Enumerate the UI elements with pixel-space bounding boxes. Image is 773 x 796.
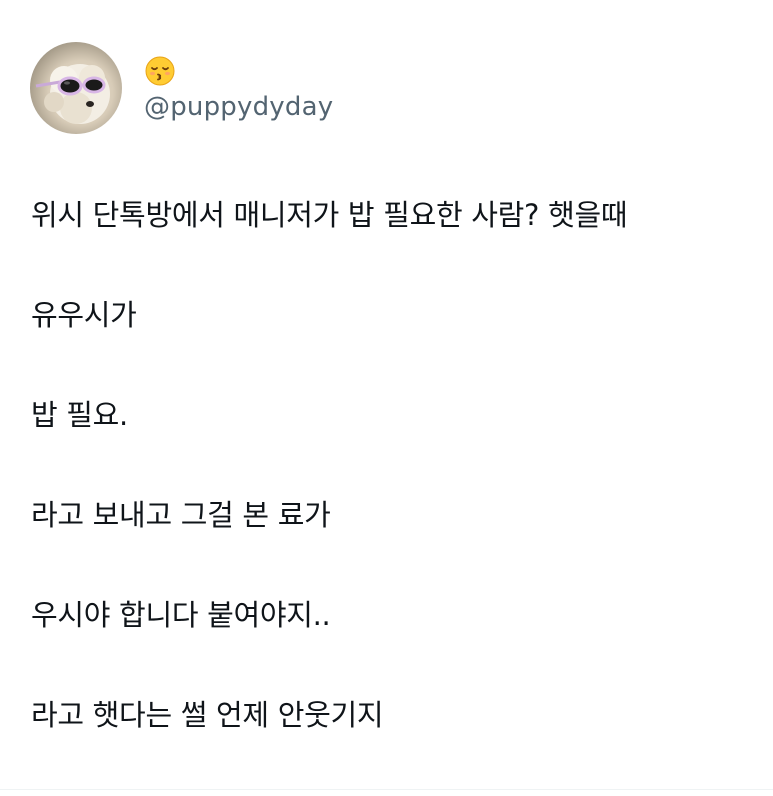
avatar[interactable] xyxy=(30,42,122,134)
divider xyxy=(0,789,773,790)
tweet-line: 유우시가 xyxy=(31,298,137,332)
dog-avatar-image xyxy=(35,64,110,124)
user-handle[interactable]: @puppydyday xyxy=(144,92,333,122)
tweet-header: @puppydyday xyxy=(30,42,333,134)
tweet-line: 라고 보내고 그걸 본 료가 xyxy=(31,498,331,532)
kissing-face-with-closed-eyes-icon xyxy=(144,55,176,87)
tweet-line: 밥 필요. xyxy=(31,398,128,432)
tweet-line: 우시야 합니다 붙여야지.. xyxy=(31,598,331,632)
tweet-line: 라고 햇다는 썰 언제 안웃기지 xyxy=(31,698,384,732)
tweet-line: 위시 단톡방에서 매니저가 밥 필요한 사람? 햇을때 xyxy=(31,198,628,232)
display-name[interactable] xyxy=(144,54,333,88)
tweet-text: 위시 단톡방에서 매니저가 밥 필요한 사람? 햇을때 유우시가 밥 필요. 라… xyxy=(31,186,751,744)
sunglasses-icon xyxy=(35,76,106,96)
user-info: @puppydyday xyxy=(144,54,333,122)
